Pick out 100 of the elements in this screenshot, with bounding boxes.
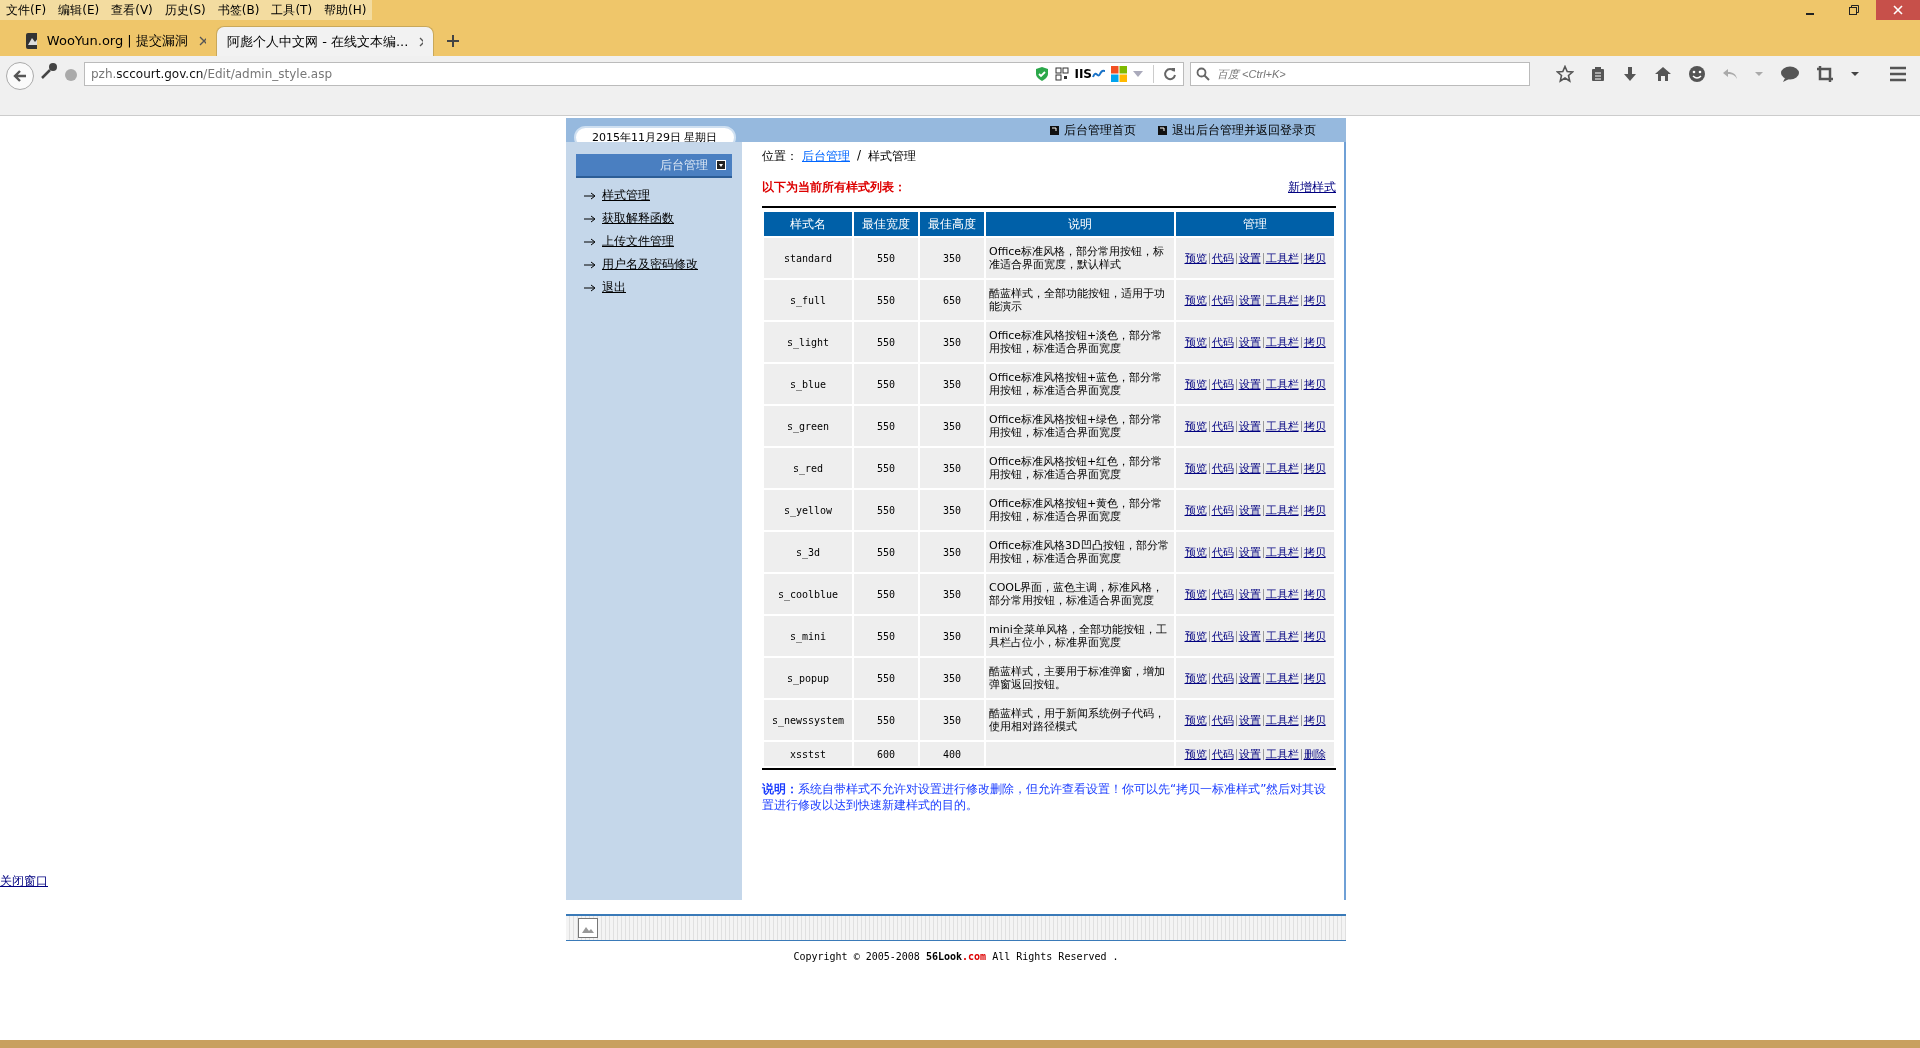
action-link[interactable]: 代码 [1211,629,1234,643]
action-link[interactable]: 代码 [1211,251,1234,265]
action-link[interactable]: 预览 [1184,503,1207,517]
action-link[interactable]: 代码 [1211,671,1234,685]
sidebar-link[interactable]: 用户名及密码修改 [602,256,698,273]
action-link[interactable]: 工具栏 [1265,503,1299,517]
menu-item[interactable]: 文件(F) [6,1,47,19]
action-link[interactable]: 拷贝 [1303,545,1326,559]
action-link[interactable]: 预览 [1184,629,1207,643]
header-link[interactable]: 退出后台管理并返回登录页 [1172,121,1316,139]
action-link[interactable]: 拷贝 [1303,503,1326,517]
header-link[interactable]: 后台管理首页 [1064,121,1136,139]
action-link[interactable]: 拷贝 [1303,335,1326,349]
close-window-link[interactable]: 关闭窗口 [0,873,48,890]
back-button[interactable] [6,62,34,90]
action-link[interactable]: 预览 [1184,335,1207,349]
action-link[interactable]: 代码 [1211,747,1234,761]
breadcrumb-link[interactable]: 后台管理 [802,148,850,165]
star-icon[interactable] [1556,65,1574,83]
action-link[interactable]: 拷贝 [1303,713,1326,727]
action-link[interactable]: 拷贝 [1303,629,1326,643]
browser-tab[interactable]: 阿彪个人中文网 - 在线文本编... [216,26,434,56]
action-link[interactable]: 代码 [1211,419,1234,433]
download-icon[interactable] [1622,66,1638,82]
sidebar-link[interactable]: 退出 [602,279,626,296]
collapse-icon[interactable] [716,160,726,170]
close-tab-icon[interactable] [418,35,423,48]
action-link[interactable]: 预览 [1184,293,1207,307]
action-link[interactable]: 设置 [1238,587,1261,601]
action-link[interactable]: 代码 [1211,503,1234,517]
sidebar-link[interactable]: 上传文件管理 [602,233,674,250]
action-link[interactable]: 拷贝 [1303,461,1326,475]
action-link[interactable]: 工具栏 [1265,377,1299,391]
action-link[interactable]: 工具栏 [1265,251,1299,265]
action-link[interactable]: 拷贝 [1303,587,1326,601]
dropdown-icon[interactable] [1850,69,1860,79]
key-icon[interactable] [40,62,58,80]
action-link[interactable]: 预览 [1184,461,1207,475]
search-field[interactable]: 百度 <Ctrl+K> [1190,62,1530,86]
menu-item[interactable]: 帮助(H) [324,1,367,19]
action-link[interactable]: 预览 [1184,713,1207,727]
action-link[interactable]: 代码 [1211,293,1234,307]
action-link[interactable]: 工具栏 [1265,629,1299,643]
action-link[interactable]: 工具栏 [1265,419,1299,433]
action-link[interactable]: 设置 [1238,377,1261,391]
action-link[interactable]: 设置 [1238,503,1261,517]
action-link[interactable]: 工具栏 [1265,461,1299,475]
action-link[interactable]: 工具栏 [1265,545,1299,559]
reload-icon[interactable] [1163,67,1177,81]
sidebar-link[interactable]: 获取解释函数 [602,210,674,227]
action-link[interactable]: 预览 [1184,747,1207,761]
menu-icon[interactable] [1888,65,1908,83]
new-tab-icon[interactable] [446,34,460,48]
action-link[interactable]: 拷贝 [1303,671,1326,685]
action-link[interactable]: 拷贝 [1303,419,1326,433]
sidebar-link[interactable]: 样式管理 [602,187,650,204]
menu-item[interactable]: 工具(T) [271,1,313,19]
action-link[interactable]: 设置 [1238,747,1261,761]
action-link[interactable]: 设置 [1238,251,1261,265]
server-badge[interactable]: IIS [1074,67,1106,81]
menu-item[interactable]: 查看(V) [111,1,153,19]
action-link[interactable]: 工具栏 [1265,335,1299,349]
action-link[interactable]: 代码 [1211,377,1234,391]
action-link[interactable]: 拷贝 [1303,293,1326,307]
menu-item[interactable]: 编辑(E) [58,1,100,19]
action-link[interactable]: 预览 [1184,251,1207,265]
crop-icon[interactable] [1816,65,1834,83]
new-style-link[interactable]: 新增样式 [1288,179,1336,196]
action-link[interactable]: 代码 [1211,713,1234,727]
action-link[interactable]: 设置 [1238,713,1261,727]
browser-tab[interactable]: WooYun.org | 提交漏洞 [16,26,216,56]
action-link[interactable]: 预览 [1184,419,1207,433]
action-link[interactable]: 设置 [1238,629,1261,643]
action-link[interactable]: 代码 [1211,461,1234,475]
action-link[interactable]: 拷贝 [1303,251,1326,265]
clipboard-list-icon[interactable] [1590,66,1606,82]
address-field[interactable]: pzh.sccourt.gov.cn/Edit/admin_style.asp IIS [84,62,1184,86]
action-link[interactable]: 预览 [1184,587,1207,601]
action-link[interactable]: 工具栏 [1265,293,1299,307]
action-link[interactable]: 预览 [1184,377,1207,391]
menu-item[interactable]: 历史(S) [164,1,206,19]
close-tab-icon[interactable] [197,35,206,47]
action-link[interactable]: 代码 [1211,545,1234,559]
qr-code-icon[interactable] [1055,67,1070,81]
action-link[interactable]: 工具栏 [1265,587,1299,601]
action-link[interactable]: 设置 [1238,671,1261,685]
action-link[interactable]: 设置 [1238,335,1261,349]
windows-logo-icon[interactable] [1111,66,1127,82]
action-link[interactable]: 设置 [1238,419,1261,433]
action-link[interactable]: 设置 [1238,545,1261,559]
action-link[interactable]: 删除 [1303,747,1326,761]
action-link[interactable]: 工具栏 [1265,671,1299,685]
action-link[interactable]: 预览 [1184,545,1207,559]
action-link[interactable]: 设置 [1238,461,1261,475]
speech-bubble-icon[interactable] [1780,65,1800,83]
action-link[interactable]: 工具栏 [1265,713,1299,727]
action-link[interactable]: 拷贝 [1303,377,1326,391]
action-link[interactable]: 代码 [1211,587,1234,601]
action-link[interactable]: 工具栏 [1265,747,1299,761]
action-link[interactable]: 代码 [1211,335,1234,349]
